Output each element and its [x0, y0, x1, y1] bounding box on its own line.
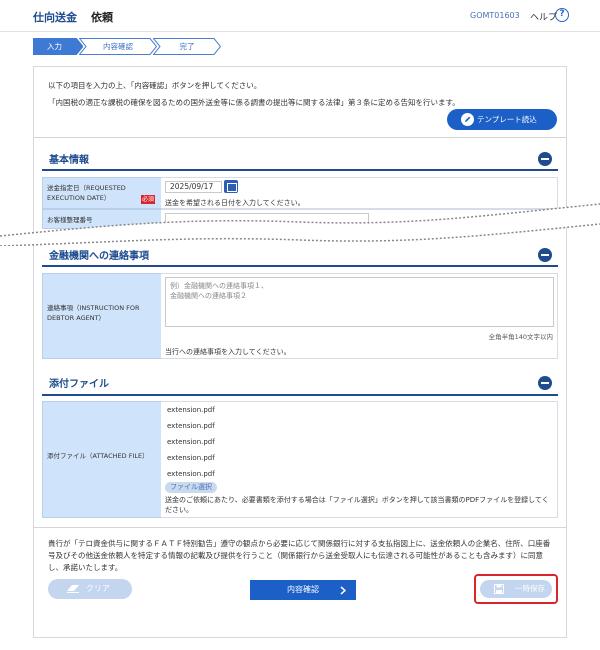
file-item[interactable]: extension.pdf	[167, 406, 215, 414]
confirm-label: 内容確認	[287, 585, 319, 594]
instruction-textarea[interactable]: 例）金融機関への連絡事項１、 金融機関への連絡事項２	[165, 277, 554, 327]
file-item[interactable]: extension.pdf	[167, 470, 215, 478]
collapse-icon[interactable]	[538, 152, 552, 166]
attached-file-label-text: 添付ファイル（ATTACHED FILE）	[47, 452, 149, 460]
calendar-icon[interactable]	[224, 180, 238, 193]
app-header: 仕向送金 依頼 GOMT01603 ヘルプ ?	[0, 0, 600, 32]
section-underline	[42, 265, 558, 267]
template-load-button[interactable]: テンプレート読込	[447, 109, 557, 130]
file-item[interactable]: extension.pdf	[167, 454, 215, 462]
collapse-icon[interactable]	[538, 376, 552, 390]
main-panel: 以下の項目を入力の上、「内容確認」ボタンを押してください。 「内国税の適正な課税…	[33, 66, 567, 638]
template-load-label: テンプレート読込	[477, 115, 537, 124]
eraser-icon	[67, 585, 79, 593]
step-input-label: 入力	[47, 42, 62, 51]
attached-file-label: 添付ファイル（ATTACHED FILE）	[42, 401, 162, 518]
step-complete-label: 完了	[179, 42, 195, 51]
pencil-icon	[461, 113, 474, 126]
instruction-note: 当行への連絡事項を入力してください。	[165, 348, 291, 356]
chevron-right-icon	[340, 586, 346, 595]
instruction-label-text: 連絡事項（INSTRUCTION FOR DEBTOR AGENT）	[47, 304, 140, 322]
file-item[interactable]: extension.pdf	[167, 422, 215, 430]
fatf-disclaimer: 貴行が「テロ資金供与に関するＦＡＴＦ特別勧告」遵守の観点から必要に応じて関係銀行…	[48, 539, 551, 572]
step-confirm: 内容確認	[79, 38, 157, 55]
help-icon[interactable]: ?	[555, 8, 569, 22]
attachments-title: 添付ファイル	[49, 379, 109, 390]
page-title: 仕向送金	[33, 11, 77, 24]
attached-file-cell: extension.pdf extension.pdf extension.pd…	[161, 401, 558, 518]
clear-button[interactable]: クリア	[48, 579, 132, 599]
intro-text: 以下の項目を入力の上、「内容確認」ボタンを押してください。	[48, 81, 262, 90]
basic-info-title: 基本情報	[49, 155, 89, 166]
legal-notice-text: 「内国税の適正な課税の確保を図るための国外送金等に係る調書の提出等に関する法律」…	[48, 98, 460, 107]
temp-save-button[interactable]: 一時保存	[480, 580, 552, 598]
date-input[interactable]: 2025/09/17	[165, 181, 222, 193]
divider	[34, 527, 566, 528]
file-item[interactable]: extension.pdf	[167, 438, 215, 446]
instruction-label: 連絡事項（INSTRUCTION FOR DEBTOR AGENT）	[42, 273, 162, 359]
divider	[34, 137, 566, 138]
section-omitted-wave	[0, 203, 600, 246]
step-complete: 完了	[153, 38, 221, 55]
save-disk-icon	[494, 584, 504, 594]
char-limit-text: 全角半角140文字以内	[488, 333, 553, 341]
collapse-icon[interactable]	[538, 248, 552, 262]
file-select-button[interactable]: ファイル選択	[165, 482, 217, 493]
bank-contact-title: 金融機関への連絡事項	[49, 251, 149, 262]
page-subtitle: 依頼	[91, 11, 113, 24]
instruction-cell: 例）金融機関への連絡事項１、 金融機関への連絡事項２ 全角半角140文字以内 当…	[161, 273, 558, 359]
instruction-placeholder-2: 金融機関への連絡事項２	[170, 292, 247, 300]
screen-code: GOMT01603	[470, 11, 520, 20]
confirm-button[interactable]: 内容確認	[250, 580, 356, 600]
attachment-note: 送金のご依頼にあたり、必要書類を添付する場合は「ファイル選択」ボタンを押して該当…	[165, 496, 549, 514]
section-underline	[42, 394, 558, 396]
save-highlight-frame: 一時保存	[474, 574, 558, 604]
temp-save-label: 一時保存	[515, 584, 545, 593]
section-underline	[42, 169, 558, 171]
clear-label: クリア	[86, 584, 110, 593]
step-input: 入力	[33, 38, 83, 55]
instruction-placeholder-1: 例）金融機関への連絡事項１、	[170, 282, 268, 290]
step-confirm-label: 内容確認	[103, 42, 133, 51]
help-link[interactable]: ヘルプ	[530, 10, 557, 23]
